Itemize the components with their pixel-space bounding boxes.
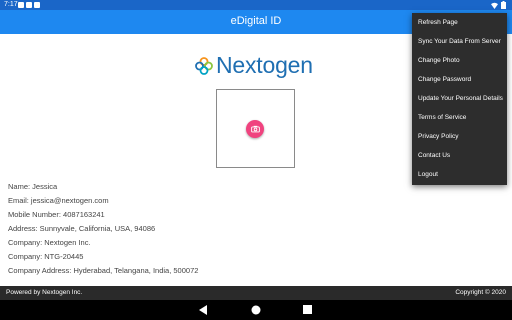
notification-icons bbox=[18, 2, 40, 8]
profile-company-id: Company: NTG-20445 bbox=[8, 252, 84, 261]
footer-copyright: Copyright © 2020 bbox=[455, 289, 506, 296]
back-icon[interactable] bbox=[199, 305, 208, 315]
menu-item-sync-data[interactable]: Sync Your Data From Server bbox=[412, 32, 507, 51]
overflow-menu: Refresh Page Sync Your Data From Server … bbox=[412, 13, 507, 185]
status-bar: 7:17 bbox=[0, 0, 512, 10]
profile-mobile: Mobile Number: 4087163241 bbox=[8, 210, 105, 219]
profile-name: Name: Jessica bbox=[8, 182, 58, 191]
camera-icon bbox=[250, 125, 260, 133]
battery-icon bbox=[501, 1, 506, 9]
logo-text: Nextogen bbox=[216, 52, 313, 78]
navigation-bar bbox=[0, 300, 512, 320]
profile-company-address: Company Address: Hyderabad, Telangana, I… bbox=[8, 266, 199, 275]
notification-icon bbox=[34, 2, 40, 8]
menu-item-change-photo[interactable]: Change Photo bbox=[412, 51, 507, 70]
profile-email: Email: jessica@nextogen.com bbox=[8, 196, 109, 205]
notification-icon bbox=[26, 2, 32, 8]
footer: Powered by Nextogen Inc. Copyright © 202… bbox=[0, 286, 512, 300]
profile-company: Company: Nextogen Inc. bbox=[8, 238, 91, 247]
nextogen-logo: Nextogen bbox=[195, 52, 313, 79]
change-photo-button[interactable] bbox=[246, 120, 264, 138]
menu-item-terms-of-service[interactable]: Terms of Service bbox=[412, 108, 507, 127]
logo-flower-icon bbox=[195, 56, 213, 75]
menu-item-privacy-policy[interactable]: Privacy Policy bbox=[412, 127, 507, 146]
profile-address: Address: Sunnyvale, California, USA, 940… bbox=[8, 224, 156, 233]
footer-powered-by: Powered by Nextogen Inc. bbox=[6, 289, 83, 296]
menu-item-change-password[interactable]: Change Password bbox=[412, 70, 507, 89]
menu-item-logout[interactable]: Logout bbox=[412, 165, 507, 184]
notification-icon bbox=[18, 2, 24, 8]
home-icon[interactable] bbox=[251, 305, 261, 315]
menu-item-update-details[interactable]: Update Your Personal Details bbox=[412, 89, 507, 108]
profile-photo-frame bbox=[216, 89, 295, 168]
menu-item-refresh-page[interactable]: Refresh Page bbox=[412, 13, 507, 32]
wifi-icon bbox=[491, 2, 498, 9]
status-time: 7:17 bbox=[4, 1, 18, 8]
profile-details: Name: Jessica Email: jessica@nextogen.co… bbox=[8, 180, 198, 278]
menu-item-contact-us[interactable]: Contact Us bbox=[412, 146, 507, 165]
recents-icon[interactable] bbox=[303, 305, 312, 314]
system-icons bbox=[491, 1, 506, 9]
